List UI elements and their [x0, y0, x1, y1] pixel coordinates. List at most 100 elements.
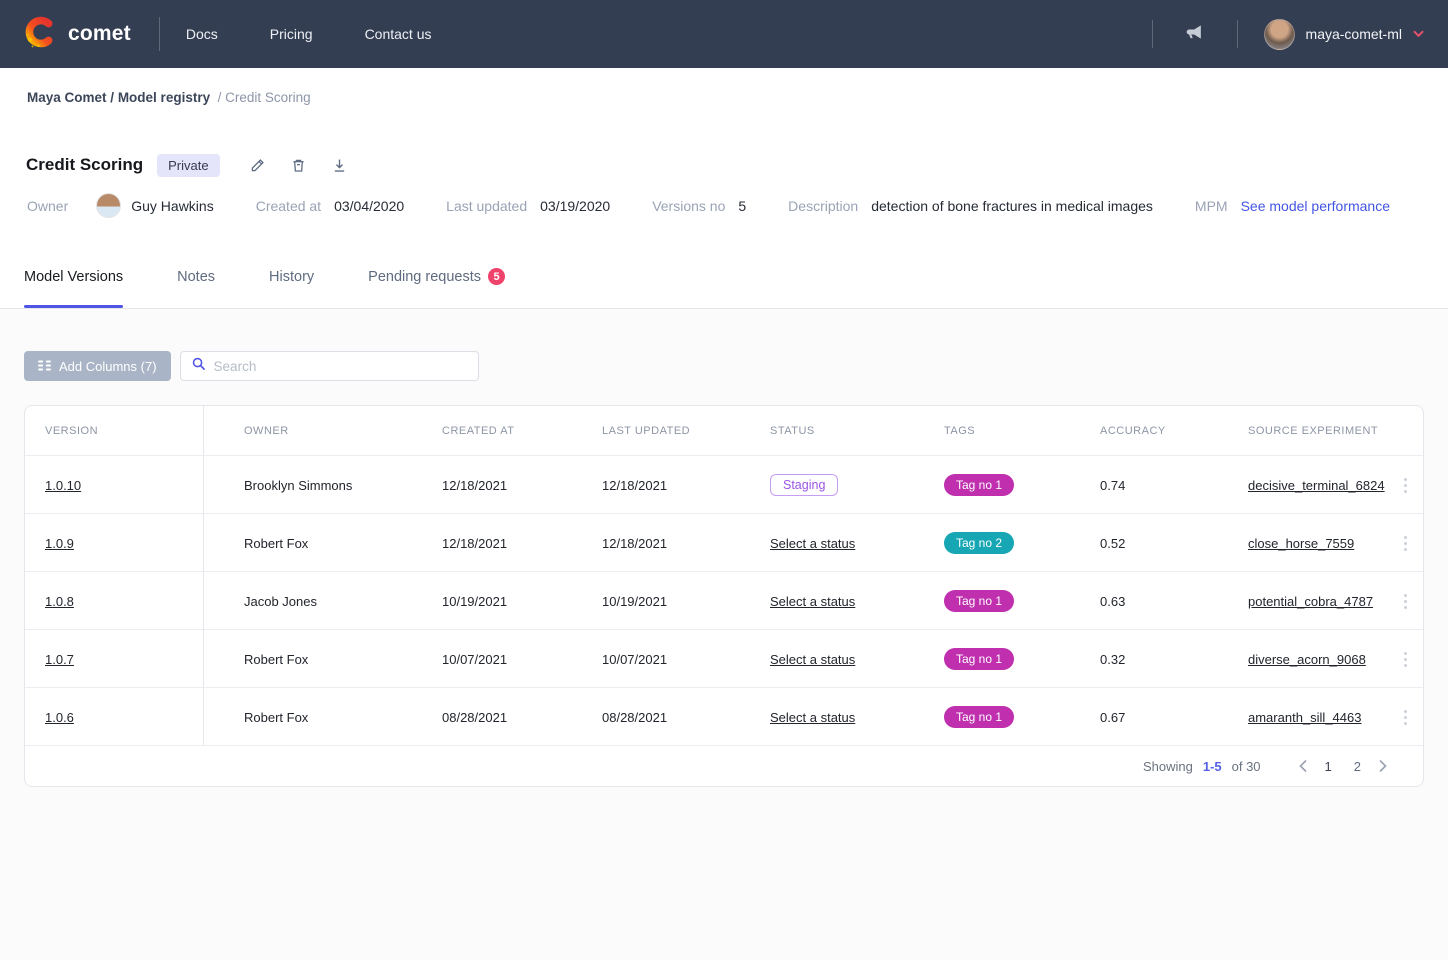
visibility-badge: Private: [157, 154, 219, 177]
edit-button[interactable]: [246, 153, 270, 177]
owner-label: Owner: [27, 198, 68, 214]
column-header-version[interactable]: Version: [25, 406, 204, 455]
versions-no-value: 5: [738, 198, 746, 214]
tag-pill[interactable]: Tag no 1: [944, 590, 1014, 612]
version-link[interactable]: 1.0.8: [45, 594, 74, 609]
created-at-cell: 08/28/2021: [422, 710, 582, 725]
owner-cell: Robert Fox: [204, 710, 422, 725]
tag-pill[interactable]: Tag no 1: [944, 648, 1014, 670]
page-title: Credit Scoring: [26, 155, 143, 175]
accuracy-cell: 0.74: [1080, 478, 1228, 493]
owner-name: Guy Hawkins: [131, 198, 213, 214]
select-status-link[interactable]: Select a status: [770, 536, 855, 551]
page-number-2[interactable]: 2: [1350, 757, 1365, 776]
search-box: [180, 351, 479, 381]
select-status-link[interactable]: Select a status: [770, 652, 855, 667]
version-link[interactable]: 1.0.6: [45, 710, 74, 725]
created-at-cell: 10/07/2021: [422, 652, 582, 667]
source-experiment-link[interactable]: close_horse_7559: [1248, 536, 1354, 551]
table-row: 1.0.10 Brooklyn Simmons 12/18/2021 12/18…: [25, 455, 1423, 513]
row-menu-button[interactable]: [1387, 532, 1423, 555]
version-link[interactable]: 1.0.9: [45, 536, 74, 551]
column-header-last-updated[interactable]: Last updated: [582, 425, 750, 437]
source-experiment-link[interactable]: decisive_terminal_6824: [1248, 478, 1385, 493]
column-header-status[interactable]: Status: [750, 425, 924, 437]
tab-model-versions[interactable]: Model Versions: [24, 268, 123, 308]
accuracy-cell: 0.63: [1080, 594, 1228, 609]
version-link[interactable]: 1.0.7: [45, 652, 74, 667]
breadcrumb-separator: /: [214, 90, 225, 105]
table-row: 1.0.8 Jacob Jones 10/19/2021 10/19/2021 …: [25, 571, 1423, 629]
row-menu-button[interactable]: [1387, 474, 1423, 497]
column-header-source-experiment[interactable]: Source experiment: [1228, 425, 1387, 437]
navbar-divider: [1237, 20, 1238, 48]
nav-link-contact-us[interactable]: Contact us: [365, 26, 432, 42]
last-updated-cell: 10/07/2021: [582, 652, 750, 667]
columns-icon: [38, 359, 51, 374]
breadcrumb-model-registry[interactable]: Model registry: [118, 90, 210, 105]
tag-pill[interactable]: Tag no 1: [944, 706, 1014, 728]
prev-page-button[interactable]: [1299, 760, 1307, 772]
showing-range: 1-5: [1203, 759, 1222, 774]
created-at-label: Created at: [256, 198, 321, 214]
see-model-performance-link[interactable]: See model performance: [1241, 198, 1390, 214]
column-header-accuracy[interactable]: Accuracy: [1080, 425, 1228, 437]
model-versions-panel: Add Columns (7) Version Owner Created at…: [0, 309, 1448, 787]
megaphone-icon: [1185, 22, 1205, 47]
status-badge[interactable]: Staging: [770, 474, 838, 496]
accuracy-cell: 0.32: [1080, 652, 1228, 667]
comet-brand[interactable]: comet: [24, 15, 131, 54]
table-row: 1.0.6 Robert Fox 08/28/2021 08/28/2021 S…: [25, 687, 1423, 745]
add-columns-button[interactable]: Add Columns (7): [24, 351, 171, 381]
tab-notes[interactable]: Notes: [177, 268, 215, 308]
select-status-link[interactable]: Select a status: [770, 594, 855, 609]
source-experiment-link[interactable]: diverse_acorn_9068: [1248, 652, 1366, 667]
last-updated-cell: 10/19/2021: [582, 594, 750, 609]
owner-cell: Jacob Jones: [204, 594, 422, 609]
user-menu[interactable]: maya-comet-ml: [1264, 19, 1424, 50]
table-row: 1.0.9 Robert Fox 12/18/2021 12/18/2021 S…: [25, 513, 1423, 571]
source-experiment-link[interactable]: amaranth_sill_4463: [1248, 710, 1361, 725]
user-avatar: [1264, 19, 1295, 50]
last-updated-value: 03/19/2020: [540, 198, 610, 214]
top-navbar: comet Docs Pricing Contact us maya-comet…: [0, 0, 1448, 68]
owner-cell: Robert Fox: [204, 652, 422, 667]
source-experiment-link[interactable]: potential_cobra_4787: [1248, 594, 1373, 609]
next-page-button[interactable]: [1379, 760, 1387, 772]
table-pagination: Showing 1-5 of 30 1 2: [25, 745, 1423, 786]
tag-pill[interactable]: Tag no 2: [944, 532, 1014, 554]
tab-history[interactable]: History: [269, 268, 314, 308]
last-updated-cell: 08/28/2021: [582, 710, 750, 725]
owner-avatar: [96, 193, 121, 218]
chevron-down-icon: [1413, 25, 1424, 43]
select-status-link[interactable]: Select a status: [770, 710, 855, 725]
tag-pill[interactable]: Tag no 1: [944, 474, 1014, 496]
column-header-created-at[interactable]: Created at: [422, 425, 582, 437]
description-value: detection of bone fractures in medical i…: [871, 198, 1153, 214]
column-header-tags[interactable]: Tags: [924, 425, 1080, 437]
brand-name: comet: [68, 22, 131, 46]
owner-cell: Brooklyn Simmons: [204, 478, 422, 493]
pending-requests-count-badge: 5: [488, 268, 505, 285]
row-menu-button[interactable]: [1387, 706, 1423, 729]
row-menu-button[interactable]: [1387, 590, 1423, 613]
model-meta-row: Owner Guy Hawkins Created at 03/04/2020 …: [27, 193, 1448, 218]
delete-button[interactable]: [287, 153, 311, 177]
search-input[interactable]: [214, 359, 468, 374]
tab-pending-requests[interactable]: Pending requests 5: [368, 268, 505, 308]
page-number-1[interactable]: 1: [1321, 757, 1336, 776]
search-icon: [191, 356, 206, 376]
breadcrumb: Maya Comet / Model registry / Credit Sco…: [27, 90, 1448, 105]
accuracy-cell: 0.67: [1080, 710, 1228, 725]
row-menu-button[interactable]: [1387, 648, 1423, 671]
created-at-cell: 12/18/2021: [422, 478, 582, 493]
download-button[interactable]: [328, 153, 352, 177]
nav-link-docs[interactable]: Docs: [186, 26, 218, 42]
breadcrumb-workspace[interactable]: Maya Comet: [27, 90, 107, 105]
nav-link-pricing[interactable]: Pricing: [270, 26, 313, 42]
version-link[interactable]: 1.0.10: [45, 478, 81, 493]
comet-logo-icon: [24, 15, 58, 54]
column-header-owner[interactable]: Owner: [204, 425, 422, 437]
announcements-button[interactable]: [1153, 22, 1237, 47]
created-at-cell: 12/18/2021: [422, 536, 582, 551]
